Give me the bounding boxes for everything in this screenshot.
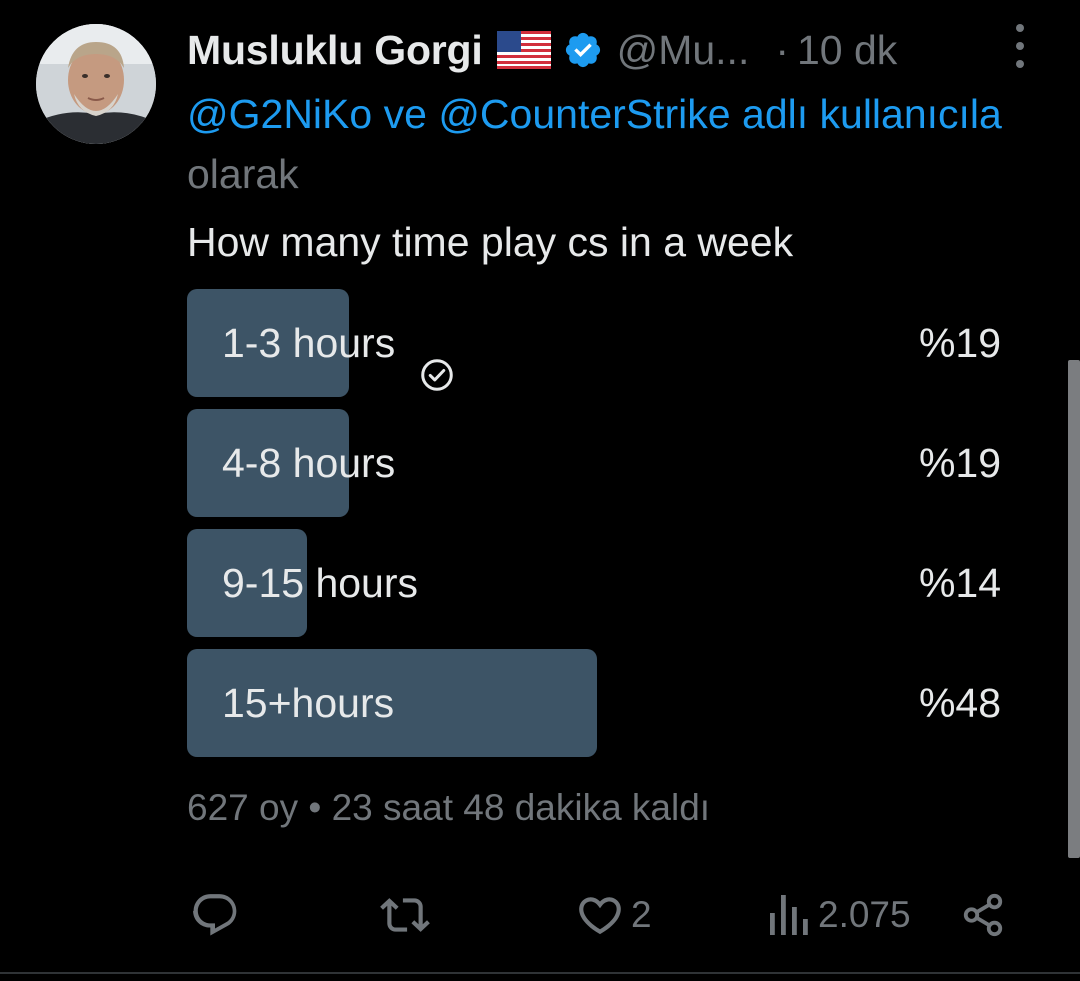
poll-option-label-row: 4-8 hours — [222, 409, 395, 517]
avatar[interactable] — [36, 24, 156, 144]
reply-connector: ve — [383, 91, 427, 137]
mention-link[interactable]: @CounterStrike — [438, 91, 730, 137]
reply-context-line2: olarak — [187, 151, 299, 197]
repost-button[interactable] — [380, 890, 436, 940]
poll-option-label: 15+hours — [222, 680, 395, 726]
more-vertical-icon — [1016, 24, 1024, 32]
action-bar: 2 2.075 — [190, 890, 1010, 940]
verified-badge-icon — [563, 30, 603, 70]
display-name[interactable]: Musluklu Gorgi — [187, 27, 483, 74]
share-icon — [963, 893, 1003, 937]
poll-percent: %14 — [918, 560, 1001, 606]
divider — [0, 972, 1080, 974]
poll-option-label-row: 15+hours — [222, 649, 394, 757]
poll-option[interactable]: 4-8 hours %19 — [187, 409, 1013, 517]
mention-link[interactable]: @G2NiKo — [187, 91, 372, 137]
like-count: 2 — [631, 894, 652, 935]
check-circle-icon — [419, 325, 455, 391]
poll-option[interactable]: 15+hours %48 — [187, 649, 1013, 757]
poll-option[interactable]: 9-15 hours %14 — [187, 529, 1013, 637]
repost-icon — [380, 898, 430, 932]
reply-icon — [193, 894, 237, 936]
tweet-text: How many time play cs in a week — [187, 219, 794, 265]
poll-option-label: 9-15 hours — [222, 560, 419, 606]
author-handle[interactable]: @Mu... — [617, 27, 750, 74]
poll-option-label-row: 9-15 hours — [222, 529, 418, 637]
post-time[interactable]: 10 dk — [797, 27, 897, 74]
poll-option[interactable]: 1-3 hours %19 — [187, 289, 1013, 397]
reply-context: @G2NiKo ve @CounterStrike adlı kullanıcı… — [187, 88, 1002, 140]
more-options-button[interactable] — [1003, 24, 1037, 68]
more-vertical-icon-dot — [1016, 60, 1024, 68]
scrollbar[interactable] — [1068, 360, 1080, 858]
heart-icon — [579, 897, 621, 935]
poll-option-label: 4-8 hours — [222, 440, 396, 486]
views-icon — [770, 895, 808, 935]
poll-percent: %19 — [918, 440, 1001, 486]
poll-option-label: 1-3 hours — [222, 320, 396, 366]
tweet: Musluklu Gorgi @Mu... · 10 dk @G2NiKo ve… — [0, 0, 1080, 981]
more-vertical-icon-dot — [1016, 42, 1024, 50]
reply-button[interactable] — [190, 890, 246, 940]
share-button[interactable] — [960, 890, 1006, 940]
us-flag-icon — [496, 31, 551, 69]
time-separator: · — [775, 26, 789, 73]
views-count: 2.075 — [818, 894, 911, 935]
avatar-photo — [36, 24, 156, 144]
like-button[interactable]: 2 — [575, 890, 652, 940]
poll-option-label-row: 1-3 hours — [222, 289, 455, 397]
reply-suffix: adlı kullanıcıla — [742, 91, 1002, 137]
poll-meta: 627 oy • 23 saat 48 dakika kaldı — [187, 787, 711, 828]
poll-percent: %19 — [918, 320, 1001, 366]
poll-percent: %48 — [918, 680, 1001, 726]
tweet-header: Musluklu Gorgi @Mu... · 10 dk — [187, 24, 897, 76]
views-button[interactable]: 2.075 — [768, 890, 911, 940]
poll: 1-3 hours %19 4-8 hours %19 9-15 hours %… — [187, 289, 1013, 769]
